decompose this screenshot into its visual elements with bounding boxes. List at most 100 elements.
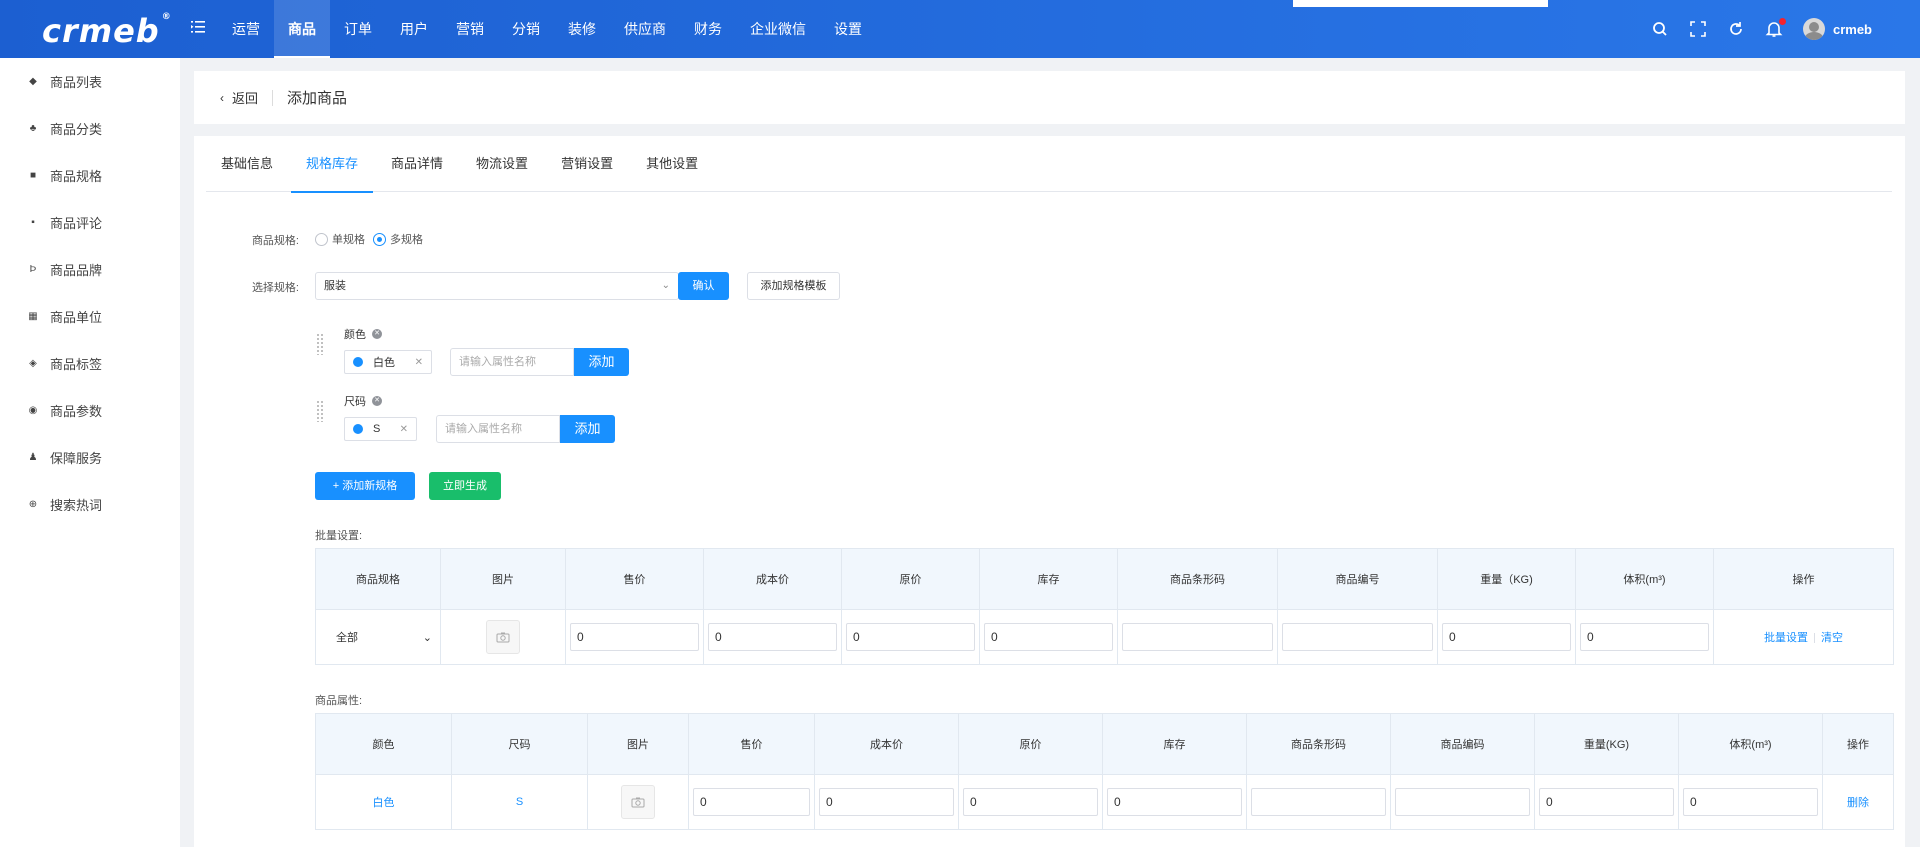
add-new-spec-button[interactable]: + 添加新规格 <box>315 472 415 500</box>
topnav-item-decoration[interactable]: 装修 <box>554 0 610 58</box>
close-icon[interactable]: ✕ <box>415 357 423 368</box>
batch-barcode-input[interactable] <box>1122 623 1273 651</box>
remove-attr-icon[interactable]: ✕ <box>372 396 382 406</box>
fullscreen-icon[interactable] <box>1689 20 1707 38</box>
volume-input[interactable]: 0 <box>1683 788 1818 816</box>
chevron-down-icon: ⌄ <box>661 280 670 291</box>
brand-logo[interactable]: crmeb ® <box>42 12 172 50</box>
attr-title-color: 颜色 ✕ <box>344 326 382 342</box>
sidebar-item-product-list[interactable]: ◆ 商品列表 <box>0 58 180 105</box>
divider <box>1814 633 1815 644</box>
topnav-item-orders[interactable]: 订单 <box>330 0 386 58</box>
sidebar-item-brand[interactable]: Þ 商品品牌 <box>0 246 180 293</box>
tab-other[interactable]: 其他设置 <box>631 136 713 192</box>
attr-title-size: 尺码 ✕ <box>344 393 382 409</box>
batch-stock-input[interactable]: 0 <box>984 623 1113 651</box>
batch-weight-input[interactable]: 0 <box>1442 623 1571 651</box>
eye-icon: ◉ <box>28 404 38 416</box>
batch-clear-link[interactable]: 清空 <box>1821 632 1843 644</box>
product-attrs-label: 商品属性: <box>315 695 363 707</box>
spec-template-select[interactable]: 服装 ⌄ <box>315 272 679 300</box>
topnav-item-wecom[interactable]: 企业微信 <box>736 0 820 58</box>
batch-code-input[interactable] <box>1282 623 1433 651</box>
topnav-item-marketing[interactable]: 营销 <box>442 0 498 58</box>
batch-cost-input[interactable]: 0 <box>708 623 837 651</box>
plus-icon: + <box>332 480 343 492</box>
comment-icon: ▪ <box>31 216 35 228</box>
sidebar-item-category[interactable]: ♣ 商品分类 <box>0 105 180 152</box>
sidebar-item-spec[interactable]: ■ 商品规格 <box>0 152 180 199</box>
confirm-button[interactable]: 确认 <box>678 272 729 300</box>
back-button[interactable]: ‹ 返回 <box>220 88 258 107</box>
topnav-item-distribution[interactable]: 分销 <box>498 0 554 58</box>
spec-type-radio-group: 单规格 多规格 <box>315 231 423 247</box>
top-nav: 运营 商品 订单 用户 营销 分销 装修 供应商 财务 企业微信 设置 <box>218 0 876 58</box>
delete-link[interactable]: 删除 <box>1847 797 1869 809</box>
sidebar-item-params[interactable]: ◉ 商品参数 <box>0 387 180 434</box>
top-search-strip[interactable] <box>1293 0 1548 7</box>
refresh-icon[interactable] <box>1727 20 1745 38</box>
add-spec-template-button[interactable]: 添加规格模板 <box>747 272 840 300</box>
stock-input[interactable]: 0 <box>1107 788 1242 816</box>
batch-price-input[interactable]: 0 <box>570 623 699 651</box>
batch-spec-select[interactable]: 全部 ⌄ <box>316 629 440 645</box>
batch-set-link[interactable]: 批量设置 <box>1764 632 1808 644</box>
close-icon[interactable]: ✕ <box>400 424 408 435</box>
notification-bell[interactable] <box>1765 18 1786 38</box>
batch-volume-input[interactable]: 0 <box>1580 623 1709 651</box>
tab-basic-info[interactable]: 基础信息 <box>206 136 288 192</box>
cost-input[interactable]: 0 <box>819 788 954 816</box>
topnav-item-products[interactable]: 商品 <box>274 0 330 58</box>
avatar[interactable] <box>1802 18 1825 40</box>
page-header: ‹ 返回 添加商品 <box>194 71 1905 124</box>
original-price-input[interactable]: 0 <box>963 788 1098 816</box>
weight-input[interactable]: 0 <box>1539 788 1674 816</box>
chevron-left-icon: ‹ <box>220 90 224 105</box>
topnav-item-supplier[interactable]: 供应商 <box>610 0 680 58</box>
username[interactable]: crmeb <box>1833 22 1872 37</box>
tab-product-detail[interactable]: 商品详情 <box>376 136 458 192</box>
sidebar-item-unit[interactable]: ▦ 商品单位 <box>0 293 180 340</box>
drag-handle-icon[interactable] <box>316 333 324 355</box>
brand-icon: Þ <box>29 263 37 275</box>
radio-single-spec[interactable]: 单规格 <box>315 231 365 247</box>
page-title: 添加商品 <box>287 90 348 107</box>
batch-original-price-input[interactable]: 0 <box>846 623 975 651</box>
sidebar-item-tags[interactable]: ◈ 商品标签 <box>0 340 180 387</box>
tab-spec-stock[interactable]: 规格库存 <box>291 136 374 193</box>
sidebar-item-hot-search[interactable]: ⊕ 搜索热词 <box>0 481 180 528</box>
remove-attr-icon[interactable]: ✕ <box>372 329 382 339</box>
generate-now-button[interactable]: 立即生成 <box>429 472 501 500</box>
tag-icon: ◈ <box>29 357 37 369</box>
drag-dot-icon[interactable] <box>353 424 363 434</box>
barcode-input[interactable] <box>1251 788 1386 816</box>
tab-marketing[interactable]: 营销设置 <box>546 136 628 192</box>
search-icon[interactable] <box>1651 20 1669 38</box>
drag-handle-icon[interactable] <box>316 400 324 422</box>
topnav-item-operation[interactable]: 运营 <box>218 0 274 58</box>
topnav-item-finance[interactable]: 财务 <box>680 0 736 58</box>
drag-dot-icon[interactable] <box>353 357 363 367</box>
attr-value-input[interactable]: 请输入属性名称 <box>436 415 560 443</box>
upload-image-box[interactable] <box>486 620 520 654</box>
price-input[interactable]: 0 <box>693 788 810 816</box>
tabs: 基础信息 规格库存 商品详情 物流设置 营销设置 其他设置 <box>206 136 1892 193</box>
upload-image-box[interactable] <box>621 785 655 819</box>
person-icon: ♟ <box>28 451 38 463</box>
radio-multi-spec[interactable]: 多规格 <box>373 231 423 247</box>
chevron-down-icon: ⌄ <box>422 631 432 644</box>
product-attrs-table: 颜色 尺码 图片 售价 成本价 原价 库存 商品条形码 商品编码 重量(KG) … <box>315 713 1894 830</box>
batch-settings-table: 商品规格 图片 售价 成本价 原价 库存 商品条形码 商品编号 重量（KG) 体… <box>315 548 1894 665</box>
sidebar-item-comments[interactable]: ▪ 商品评论 <box>0 199 180 246</box>
grid-icon: ▦ <box>28 310 38 322</box>
add-attr-value-button[interactable]: 添加 <box>560 415 615 443</box>
sidebar-item-guarantee[interactable]: ♟ 保障服务 <box>0 434 180 481</box>
code-input[interactable] <box>1395 788 1530 816</box>
attr-value-input[interactable]: 请输入属性名称 <box>450 348 574 376</box>
topnav-item-users[interactable]: 用户 <box>386 0 442 58</box>
add-attr-value-button[interactable]: 添加 <box>574 348 629 376</box>
main-card: 基础信息 规格库存 商品详情 物流设置 营销设置 其他设置 商品规格: 单规格 … <box>194 136 1905 847</box>
tab-logistics[interactable]: 物流设置 <box>461 136 543 192</box>
menu-collapse-icon[interactable] <box>190 19 206 35</box>
topnav-item-settings[interactable]: 设置 <box>820 0 876 58</box>
